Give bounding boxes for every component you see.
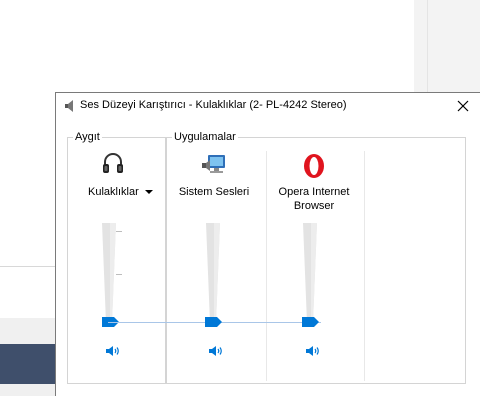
volume-mixer-dialog: Ses Düzeyi Karıştırıcı - Kulaklıklar (2-…	[55, 92, 480, 396]
system-sounds-icon[interactable]	[202, 154, 228, 176]
close-button[interactable]	[452, 95, 474, 117]
opera-volume-track[interactable]	[303, 223, 317, 323]
background-taskbar	[0, 344, 56, 384]
volume-tick	[116, 274, 122, 275]
opera-label: Opera Internet Browser	[278, 186, 350, 212]
opera-mute-button[interactable]	[306, 345, 320, 357]
device-mute-button[interactable]	[106, 345, 120, 357]
system-sounds-volume-track[interactable]	[206, 223, 220, 323]
column-divider	[364, 151, 365, 381]
opera-volume-thumb[interactable]	[302, 317, 319, 327]
volume-tick	[116, 231, 122, 232]
headphones-icon[interactable]	[102, 151, 124, 175]
system-sounds-volume-thumb[interactable]	[205, 317, 222, 327]
system-sounds-mute-button[interactable]	[209, 345, 223, 357]
chevron-down-icon	[145, 190, 153, 194]
background-divider	[0, 266, 56, 267]
speaker-icon	[65, 100, 73, 112]
device-selector[interactable]: Kulaklıklar	[81, 185, 161, 201]
opera-icon[interactable]	[303, 153, 325, 179]
window-title: Ses Düzeyi Karıştırıcı - Kulaklıklar (2-…	[80, 99, 347, 111]
device-group-label: Aygıt	[73, 130, 102, 144]
title-bar[interactable]: Ses Düzeyi Karıştırıcı - Kulaklıklar (2-…	[56, 93, 480, 119]
applications-group-label: Uygulamalar	[172, 130, 238, 144]
device-name: Kulaklıklar	[88, 186, 139, 198]
system-sounds-label: Sistem Sesleri	[178, 186, 250, 198]
device-volume-track[interactable]	[102, 223, 116, 323]
